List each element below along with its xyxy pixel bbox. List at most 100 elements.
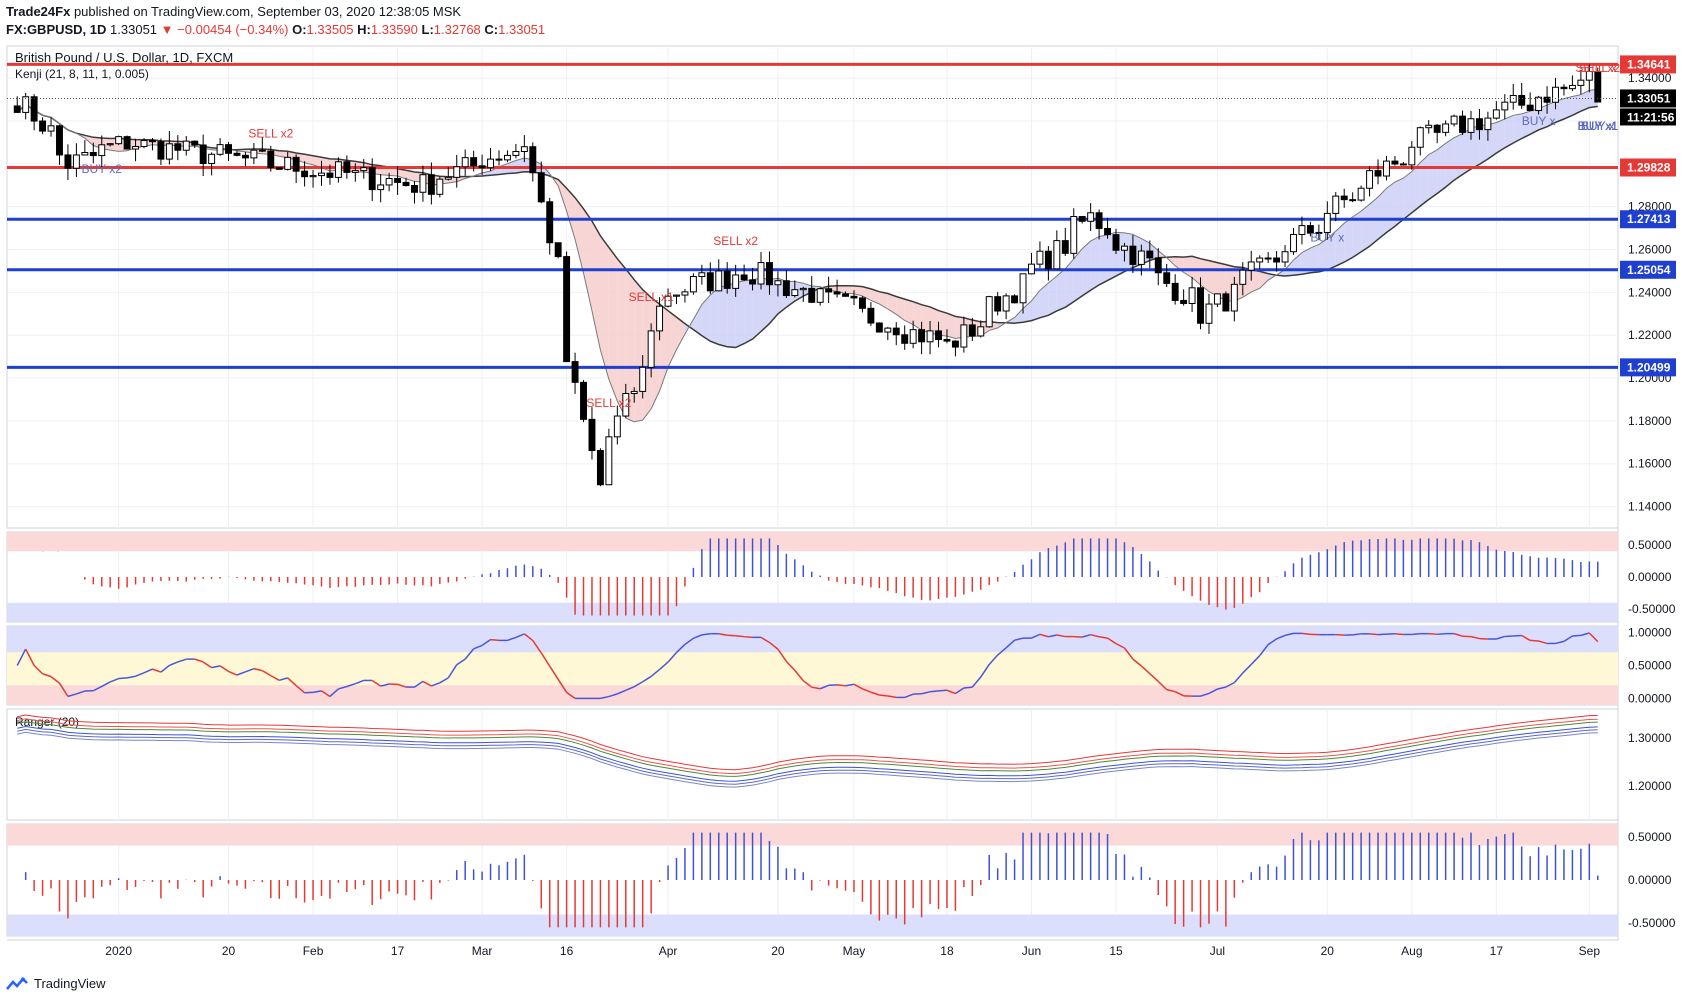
y-tick-label: 1.14000 — [1628, 500, 1672, 514]
tdi-line-segment — [1369, 633, 1379, 636]
candle-body — [503, 154, 511, 161]
candle-body — [867, 307, 875, 324]
candle-body — [1112, 234, 1120, 251]
kenji-cloud-segment — [946, 313, 956, 339]
main-pane-title: British Pound / U.S. Dollar, 1D, FXCM — [15, 50, 233, 65]
tdi-line-segment — [1572, 634, 1581, 637]
candle-body — [1577, 79, 1585, 86]
candle-body — [1247, 261, 1255, 271]
candle-body — [935, 330, 942, 341]
candle-body — [1459, 115, 1466, 133]
candle-body — [740, 274, 748, 281]
candle-body — [926, 330, 934, 343]
candle-body — [1467, 118, 1475, 133]
candle-body — [596, 450, 604, 486]
level-label-0: 1.34641 — [1627, 57, 1671, 71]
x-tick-label: 15 — [1109, 944, 1123, 958]
candle-body — [427, 174, 435, 195]
candle-body — [951, 340, 959, 348]
kenji-cloud-segment — [1420, 154, 1429, 207]
candle-body — [1104, 227, 1112, 236]
x-tick-label: 20 — [771, 944, 785, 958]
candle-body — [208, 153, 216, 164]
candle-body — [47, 125, 55, 132]
candle-body — [98, 144, 106, 157]
candle-body — [554, 242, 562, 258]
x-tick-label: Aug — [1401, 944, 1422, 958]
candle-body — [613, 415, 621, 438]
candle-body — [1011, 295, 1019, 304]
tdi-line-segment — [1437, 632, 1446, 636]
candle-body — [968, 324, 976, 337]
candle-body — [723, 270, 731, 289]
candle-body — [977, 326, 985, 337]
x-tick-label: 20 — [1321, 944, 1335, 958]
tradingview-logo-icon — [6, 976, 28, 990]
tdi-line-segment — [118, 677, 128, 680]
candle-body — [385, 177, 393, 186]
candle-body — [394, 177, 402, 183]
tdi-line-segment — [735, 634, 745, 638]
tdi-line-segment — [490, 638, 500, 642]
x-tick-label: 17 — [1490, 944, 1504, 958]
x-tick-label: Jun — [1022, 944, 1041, 958]
candle-body — [749, 279, 757, 285]
candle-body — [1028, 263, 1035, 275]
candle-body — [1053, 240, 1061, 270]
countdown-label: 11:21:56 — [1627, 110, 1675, 124]
kenji-cloud-segment — [845, 285, 854, 294]
footer: TradingView — [6, 976, 106, 991]
candle-body — [706, 272, 714, 292]
msi-upper-zone — [7, 532, 1618, 552]
candle-body — [1146, 250, 1154, 259]
multi-pane-chart[interactable]: 2020 20 Feb 17 Mar 16 Apr 20 May 18 Jun 15 Jul 20 Aug 1… — [0, 0, 1688, 1002]
candle-body — [1442, 123, 1450, 133]
candle-body — [816, 288, 824, 303]
kenji-cloud-segment — [710, 287, 719, 345]
candle-body — [1087, 212, 1095, 222]
footer-brand[interactable]: TradingView — [34, 976, 106, 991]
y-tick-label: 0.00000 — [1628, 873, 1672, 887]
signal-label: BUY x — [1522, 114, 1556, 128]
candle-body — [1290, 233, 1297, 253]
candle-body — [647, 330, 655, 368]
candle-body — [1019, 273, 1027, 304]
candle-body — [1044, 250, 1052, 270]
candle-body — [1137, 250, 1145, 265]
signal-label: SELL x — [1579, 61, 1617, 75]
candle-body — [1450, 115, 1458, 125]
candle-body — [275, 167, 283, 170]
candle-body — [833, 291, 841, 295]
candle-body — [1475, 118, 1483, 131]
tdi-line-segment — [879, 694, 888, 697]
tdi-line-segment — [744, 635, 753, 639]
candle-body — [529, 146, 537, 174]
kenji-cloud-segment — [1428, 149, 1438, 200]
kenji-cloud-segment — [727, 282, 736, 348]
candle-body — [1205, 303, 1213, 324]
candle-body — [774, 280, 782, 286]
candle-body — [301, 170, 309, 178]
candle-body — [681, 291, 689, 296]
candle-body — [985, 296, 993, 328]
tdi-line-segment — [1411, 632, 1421, 636]
candle-body — [225, 144, 232, 154]
kenji-cloud-segment — [1344, 216, 1353, 263]
signal-label: BUY x2 — [82, 162, 123, 176]
candle-body — [825, 288, 833, 293]
tdi-line-segment — [1428, 632, 1438, 636]
candle-body — [850, 295, 858, 299]
y-tick-label: 0.00000 — [1628, 570, 1672, 584]
tdi-lower-zone — [7, 685, 1618, 705]
x-tick-label: Apr — [659, 944, 678, 958]
candle-body — [639, 366, 647, 392]
candle-body — [1535, 96, 1543, 112]
candle-body — [1433, 124, 1441, 133]
candle-body — [1391, 160, 1399, 165]
tdi-line-segment — [1394, 633, 1404, 636]
kenji-cloud-segment — [1454, 133, 1463, 181]
x-tick-label: 20 — [222, 944, 236, 958]
candle-body — [1594, 71, 1602, 103]
candle-body — [875, 322, 883, 333]
kenji-cloud-segment — [921, 304, 931, 333]
